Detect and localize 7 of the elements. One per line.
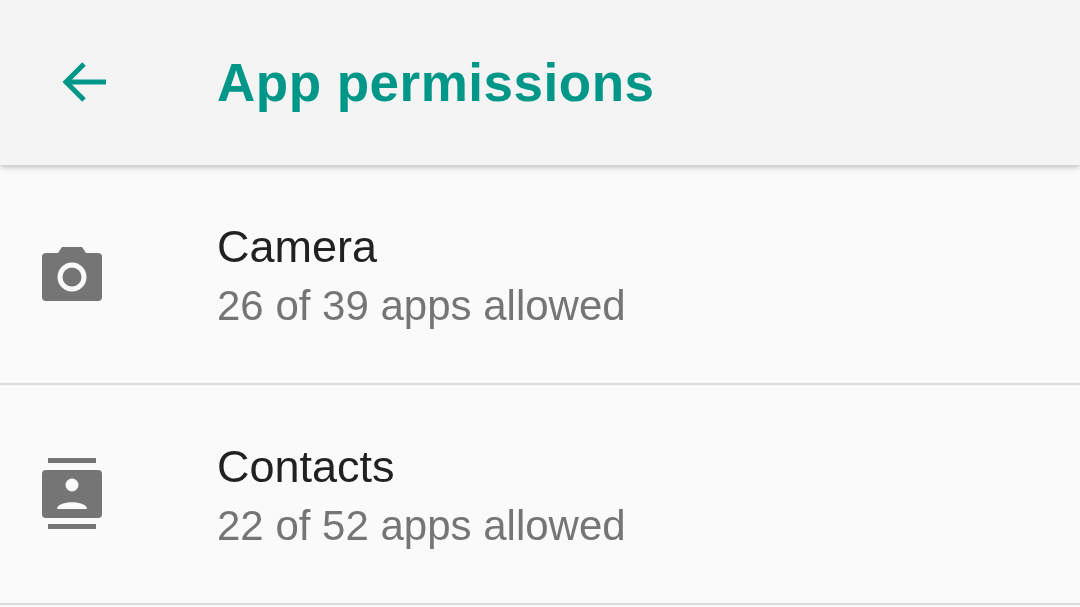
permission-summary: 26 of 39 apps allowed [217,280,626,331]
permission-name: Camera [217,219,379,274]
permission-summary: 22 of 52 apps allowed [217,500,626,551]
permission-name: Contacts [217,439,396,494]
camera-icon [42,247,102,301]
contacts-icon [42,458,102,530]
screen-title: App permissions [217,52,655,113]
